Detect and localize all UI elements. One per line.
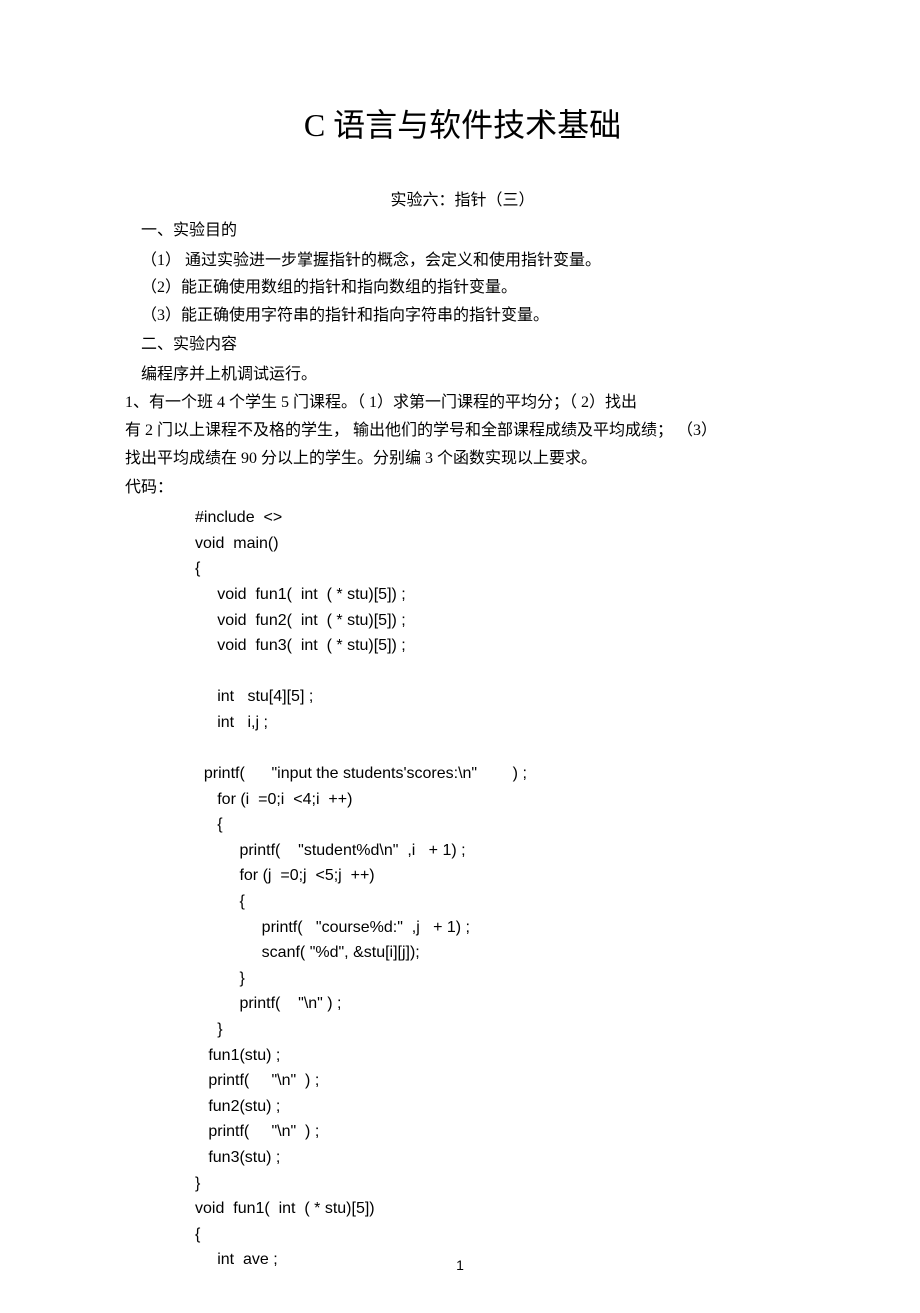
document-title: C 语言与软件技术基础 [125,100,800,146]
problem-line-1: 1、有一个班 4 个学生 5 门课程。（ 1）求第一门课程的平均分；（ 2）找出 [125,390,800,416]
page-number: 1 [0,1257,920,1273]
code-label: 代码： [125,475,800,501]
experiment-subtitle: 实验六：指针（三） [125,186,800,210]
section-2-intro: 编程序并上机调试运行。 [125,362,800,388]
objective-item-1: （1） 通过实验进一步掌握指针的概念，会定义和使用指针变量。 [125,248,800,274]
objective-item-2: （2）能正确使用数组的指针和指向数组的指针变量。 [125,275,800,301]
code-listing: #include <> void main() { void fun1( int… [195,505,800,1273]
section-1-header: 一、实验目的 [125,218,800,244]
problem-line-3: 找出平均成绩在 90 分以上的学生。分别编 3 个函数实现以上要求。 [125,446,800,472]
document-page: C 语言与软件技术基础 实验六：指针（三） 一、实验目的 （1） 通过实验进一步… [0,0,920,1313]
problem-line-2: 有 2 门以上课程不及格的学生， 输出他们的学号和全部课程成绩及平均成绩； （3… [125,418,800,444]
objective-item-3: （3）能正确使用字符串的指针和指向字符串的指针变量。 [125,303,800,329]
section-2-header: 二、实验内容 [125,332,800,358]
